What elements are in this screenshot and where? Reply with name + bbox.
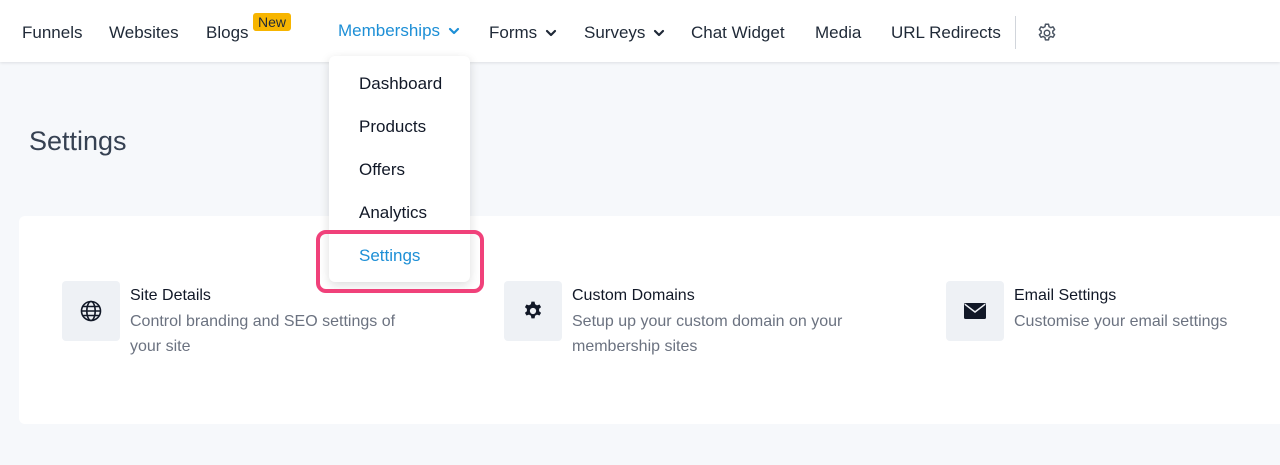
dropdown-item-products[interactable]: Products	[359, 117, 426, 137]
email-settings-card[interactable]: Email Settings Customise your email sett…	[946, 281, 1280, 341]
nav-item-chat-widget[interactable]: Chat Widget	[691, 23, 785, 43]
nav-divider	[1015, 16, 1016, 49]
nav-item-label: Surveys	[584, 23, 646, 42]
site-details-card[interactable]: Site Details Control branding and SEO se…	[62, 281, 430, 359]
setting-title: Site Details	[130, 287, 211, 304]
page-title: Settings	[29, 126, 127, 156]
nav-item-blogs[interactable]: Blogs	[206, 23, 249, 43]
globe-icon	[62, 281, 120, 341]
nav-item-websites[interactable]: Websites	[109, 23, 179, 43]
top-navigation: Funnels Websites Blogs New Memberships F…	[0, 0, 1280, 62]
chevron-down-icon	[448, 25, 460, 37]
setting-description: Control branding and SEO settings of you…	[130, 313, 396, 355]
dropdown-item-settings[interactable]: Settings	[359, 246, 420, 266]
setting-description: Customise your email settings	[1014, 313, 1228, 330]
nav-item-forms[interactable]: Forms	[489, 23, 557, 43]
nav-item-label: Forms	[489, 23, 538, 42]
nav-item-url-redirects[interactable]: URL Redirects	[891, 23, 1001, 43]
nav-item-funnels[interactable]: Funnels	[22, 23, 82, 43]
memberships-dropdown: Dashboard Products Offers Analytics Sett…	[329, 56, 470, 282]
chevron-down-icon	[653, 27, 665, 39]
nav-item-memberships[interactable]: Memberships	[338, 21, 460, 41]
dropdown-item-analytics[interactable]: Analytics	[359, 203, 427, 223]
gear-icon[interactable]	[1036, 22, 1058, 44]
nav-item-surveys[interactable]: Surveys	[584, 23, 665, 43]
nav-item-label: Websites	[109, 23, 179, 42]
nav-item-label: Funnels	[22, 23, 83, 42]
nav-item-media[interactable]: Media	[815, 23, 861, 43]
dropdown-item-offers[interactable]: Offers	[359, 160, 405, 180]
setting-description: Setup up your custom domain on your memb…	[572, 313, 843, 355]
setting-title: Custom Domains	[572, 287, 695, 304]
setting-title: Email Settings	[1014, 287, 1117, 304]
envelope-icon	[946, 281, 1004, 341]
chevron-down-icon	[545, 27, 557, 39]
nav-item-label: Chat Widget	[691, 23, 785, 42]
nav-item-label: Blogs	[206, 23, 249, 42]
custom-domains-card[interactable]: Custom Domains Setup up your custom doma…	[504, 281, 872, 359]
nav-item-label: Memberships	[338, 21, 441, 40]
nav-item-label: URL Redirects	[891, 23, 1001, 42]
dropdown-item-dashboard[interactable]: Dashboard	[359, 74, 442, 94]
new-badge: New	[253, 13, 292, 31]
cog-icon	[504, 281, 562, 341]
nav-item-label: Media	[815, 23, 862, 42]
